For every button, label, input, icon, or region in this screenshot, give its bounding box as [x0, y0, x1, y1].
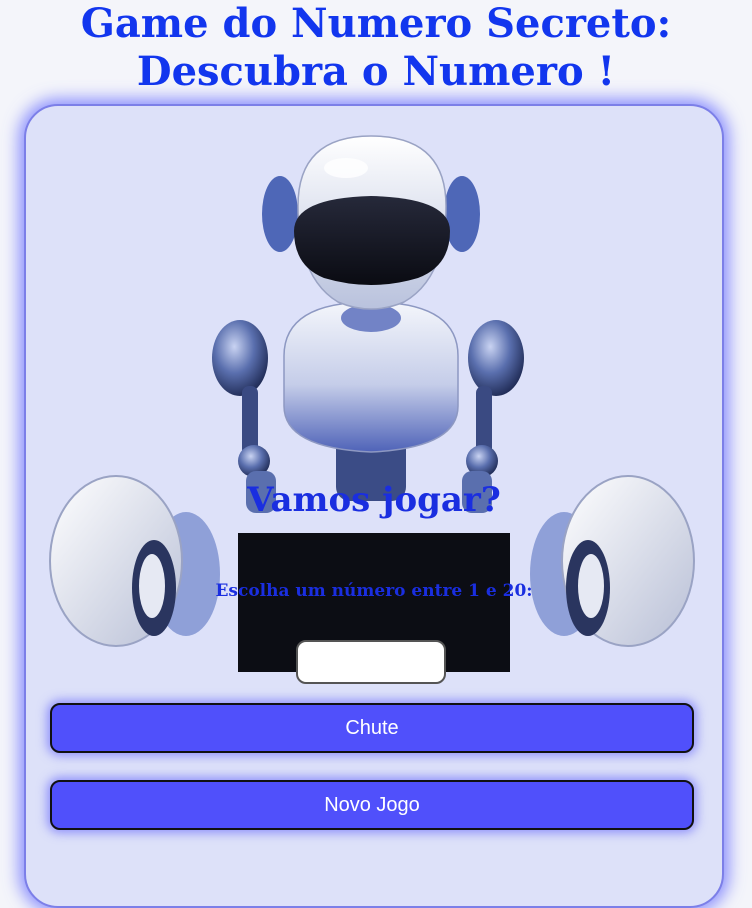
guess-button[interactable]: Chute — [50, 703, 694, 753]
guess-input[interactable] — [296, 640, 446, 684]
robot-head — [262, 135, 480, 310]
robot-illustration — [49, 135, 695, 672]
robot-torso — [283, 301, 459, 501]
game-container: Vamos jogar? Escolha um número entre 1 e… — [24, 104, 724, 908]
game-instruction: Escolha um número entre 1 e 20: — [215, 581, 533, 601]
page-title-line-1: Game do Numero Secreto: — [80, 0, 672, 47]
new-game-button[interactable]: Novo Jogo — [50, 780, 694, 830]
page-title-line-2: Descubra o Numero ! — [136, 48, 616, 95]
page-title: Game do Numero Secreto: Descubra o Numer… — [0, 0, 752, 96]
game-heading: Vamos jogar? — [247, 480, 501, 520]
